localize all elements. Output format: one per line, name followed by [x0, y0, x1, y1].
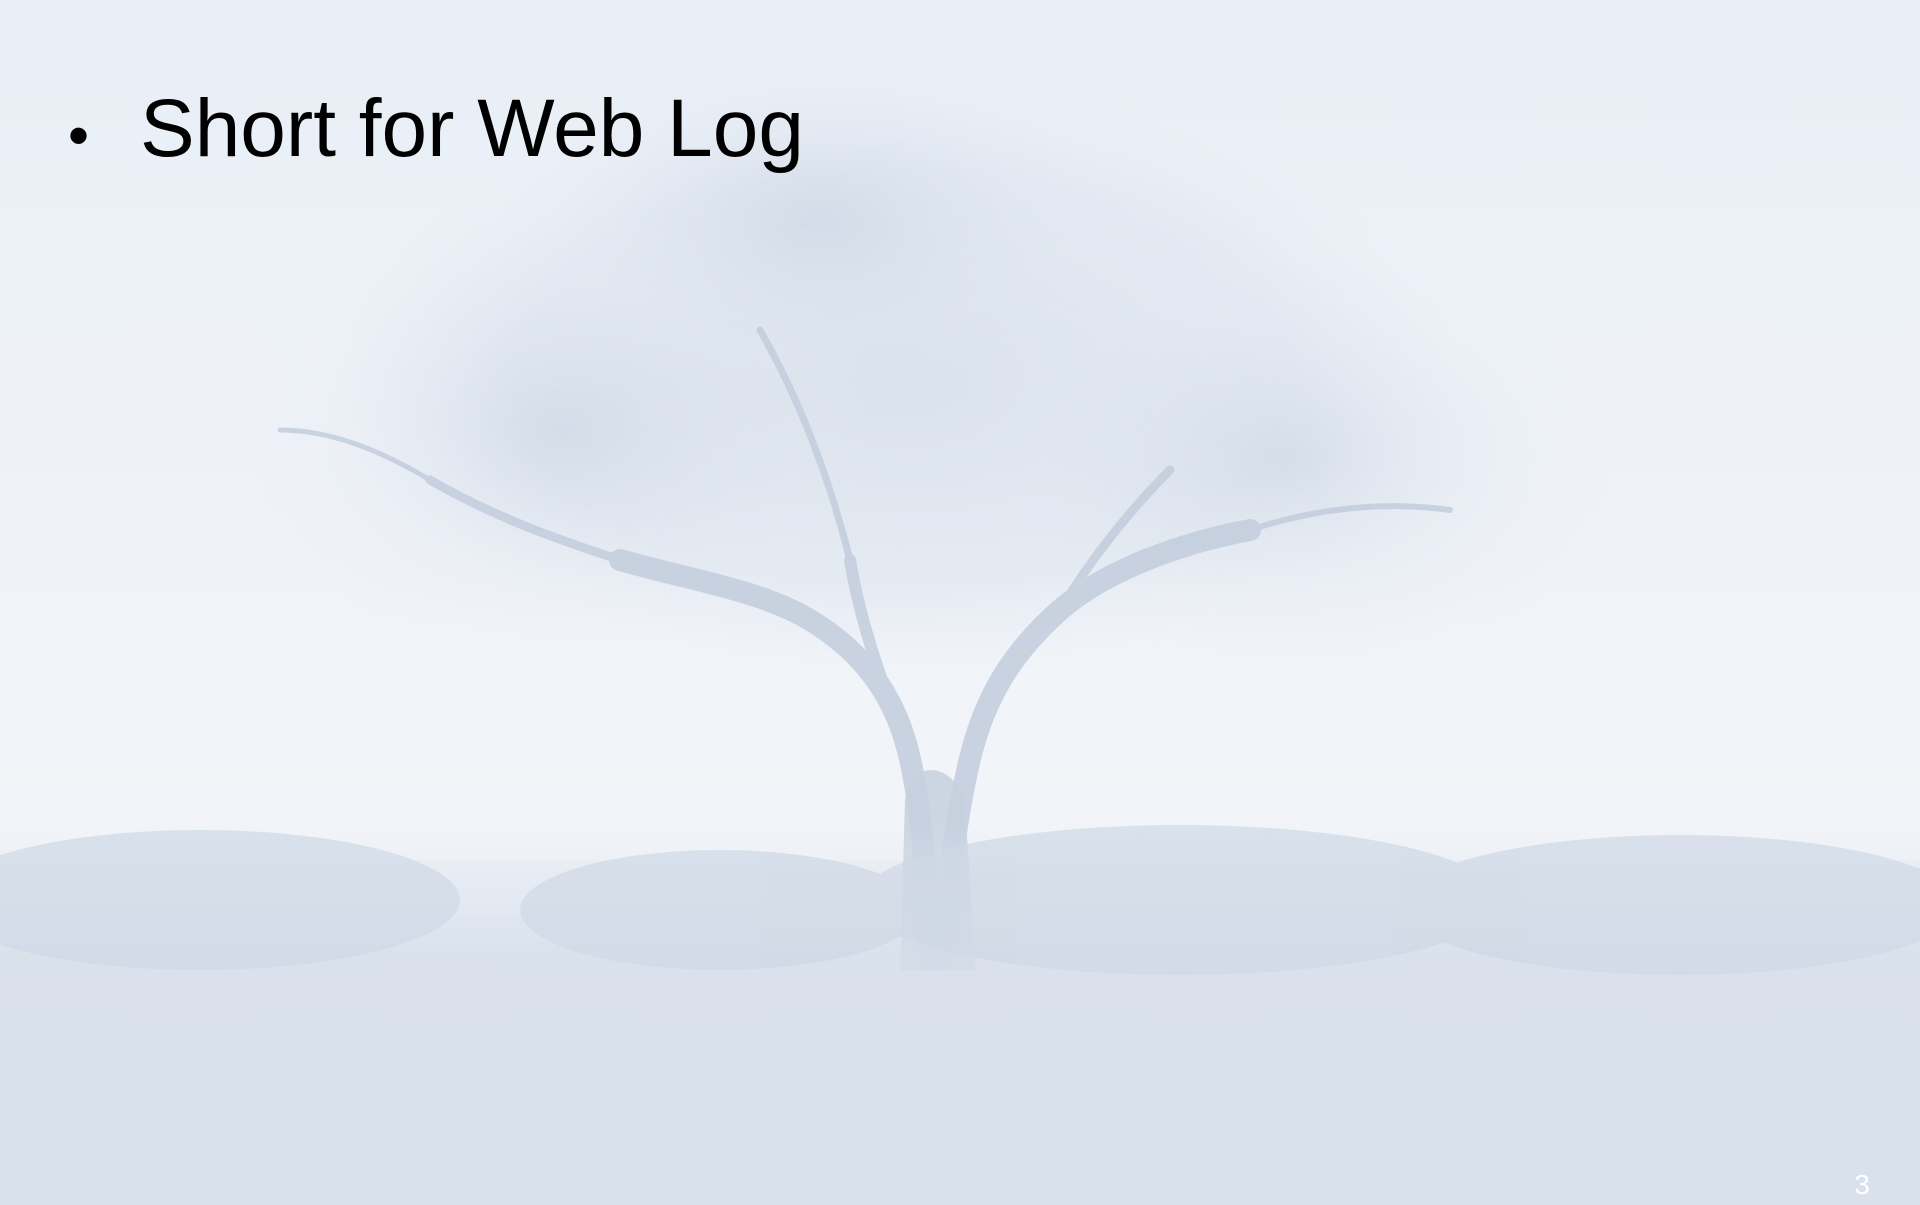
bullet-marker: • [68, 102, 90, 169]
slide: • Short for Web Log 3 [0, 0, 1920, 1205]
slide-number: 3 [1854, 1169, 1870, 1200]
bullet-list: • Short for Web Log [68, 83, 804, 174]
bullet-text: Short for Web Log [140, 83, 804, 174]
misty-tree-background [0, 40, 1920, 1205]
bullet-item: • Short for Web Log [68, 83, 804, 174]
